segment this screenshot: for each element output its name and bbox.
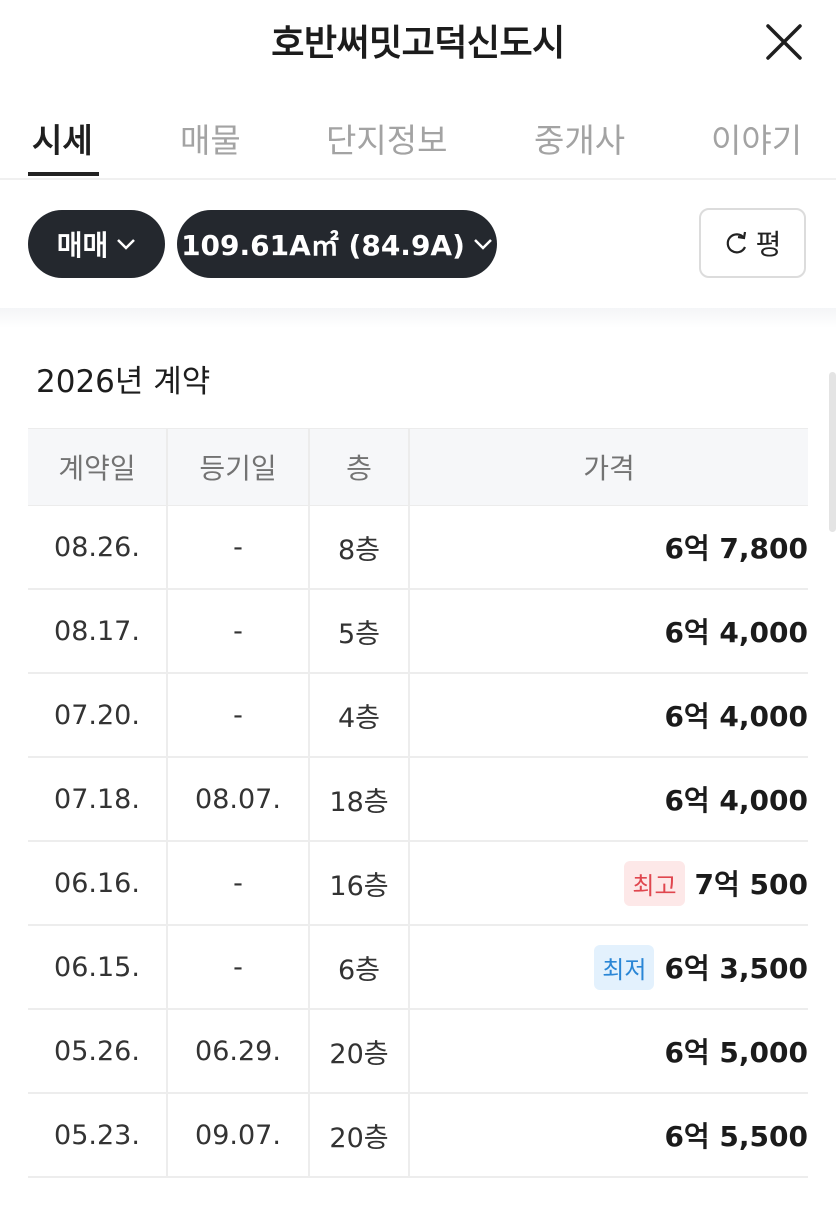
tab-stories[interactable]: 이야기 — [711, 114, 802, 162]
contract-date: 07.20. — [28, 674, 168, 756]
close-button[interactable] — [760, 18, 808, 66]
filter-bar: 매매 109.61A㎡ (84.9A) 평 — [0, 180, 836, 308]
floor: 20층 — [310, 1010, 410, 1092]
registration-date: - — [168, 590, 310, 672]
floor: 6층 — [310, 926, 410, 1008]
contract-date: 07.18. — [28, 758, 168, 840]
price: 6억 3,500 — [664, 952, 808, 985]
floor: 16층 — [310, 842, 410, 924]
unit-toggle-button[interactable]: 평 — [699, 208, 806, 278]
price-cell: 6억 5,500 — [410, 1094, 808, 1176]
lowest-badge: 최저 — [594, 944, 655, 990]
tab-price[interactable]: 시세 — [32, 114, 93, 162]
price-cell: 최고 7억 500 — [410, 842, 808, 924]
column-registration-date: 등기일 — [168, 429, 310, 505]
tab-agents[interactable]: 중개사 — [534, 114, 625, 162]
table-header: 계약일 등기일 층 가격 — [28, 428, 808, 506]
area-label: 109.61A㎡ (84.9A) — [181, 229, 465, 262]
refresh-icon — [726, 231, 746, 254]
tab-listings[interactable]: 매물 — [180, 114, 241, 162]
section-divider — [0, 308, 836, 328]
price-cell: 6억 4,000 — [410, 674, 808, 756]
table-row: 06.16. - 16층 최고 7억 500 — [28, 842, 808, 926]
column-price: 가격 — [583, 452, 635, 485]
floor: 4층 — [310, 674, 410, 756]
section-title: 2026년 계약 — [36, 364, 211, 400]
price-cell: 최저 6억 3,500 — [410, 926, 808, 1008]
contract-date: 08.17. — [28, 590, 168, 672]
floor: 5층 — [310, 590, 410, 672]
price: 6억 5,000 — [664, 1036, 808, 1069]
registration-date: - — [168, 926, 310, 1008]
registration-date: 06.29. — [168, 1010, 310, 1092]
price-cell: 6억 4,000 — [410, 758, 808, 840]
table-row: 05.23. 09.07. 20층 6억 5,500 — [28, 1094, 808, 1178]
table-row: 05.26. 06.29. 20층 6억 5,000 — [28, 1010, 808, 1094]
registration-date: - — [168, 842, 310, 924]
table-row: 07.18. 08.07. 18층 6억 4,000 — [28, 758, 808, 842]
contract-date: 08.26. — [28, 506, 168, 588]
contract-date: 05.26. — [28, 1010, 168, 1092]
chevron-down-icon — [116, 238, 136, 250]
floor: 20층 — [310, 1094, 410, 1176]
price: 6억 4,000 — [664, 616, 808, 649]
price-cell: 6억 5,000 — [410, 1010, 808, 1092]
scrollbar[interactable] — [829, 372, 836, 532]
price-cell: 6억 4,000 — [410, 590, 808, 672]
tab-complex-info[interactable]: 단지정보 — [326, 114, 447, 162]
registration-date: 08.07. — [168, 758, 310, 840]
registration-date: 09.07. — [168, 1094, 310, 1176]
page-title: 호반써밋고덕신도시 — [271, 23, 565, 64]
table-row: 07.20. - 4층 6억 4,000 — [28, 674, 808, 758]
contract-date: 06.16. — [28, 842, 168, 924]
registration-date: - — [168, 674, 310, 756]
unit-toggle-label: 평 — [755, 228, 782, 261]
header: 호반써밋고덕신도시 — [0, 0, 836, 88]
table-row: 06.15. - 6층 최저 6억 3,500 — [28, 926, 808, 1010]
registration-date: - — [168, 506, 310, 588]
contract-date: 05.23. — [28, 1094, 168, 1176]
chevron-down-icon — [473, 238, 493, 250]
table-row: 08.26. - 8층 6억 7,800 — [28, 506, 808, 590]
floor: 8층 — [310, 506, 410, 588]
price: 6억 4,000 — [664, 784, 808, 817]
price: 6억 7,800 — [664, 532, 808, 565]
deal-type-label: 매매 — [56, 229, 109, 262]
active-tab-indicator — [28, 172, 99, 176]
price-cell: 6억 7,800 — [410, 506, 808, 588]
transaction-table: 계약일 등기일 층 가격 08.26. - 8층 6억 7,800 08.17.… — [28, 428, 808, 1178]
price: 6억 4,000 — [664, 700, 808, 733]
close-icon — [766, 24, 802, 60]
highest-badge: 최고 — [624, 860, 685, 906]
tab-bar: 시세 매물 단지정보 중개사 이야기 — [0, 96, 836, 180]
deal-type-dropdown[interactable]: 매매 — [28, 210, 165, 278]
column-floor: 층 — [310, 429, 410, 505]
price: 7억 500 — [694, 868, 808, 901]
column-contract-date: 계약일 — [28, 429, 168, 505]
contract-date: 06.15. — [28, 926, 168, 1008]
floor: 18층 — [310, 758, 410, 840]
area-dropdown[interactable]: 109.61A㎡ (84.9A) — [177, 210, 497, 278]
price: 6억 5,500 — [664, 1120, 808, 1153]
table-row: 08.17. - 5층 6억 4,000 — [28, 590, 808, 674]
